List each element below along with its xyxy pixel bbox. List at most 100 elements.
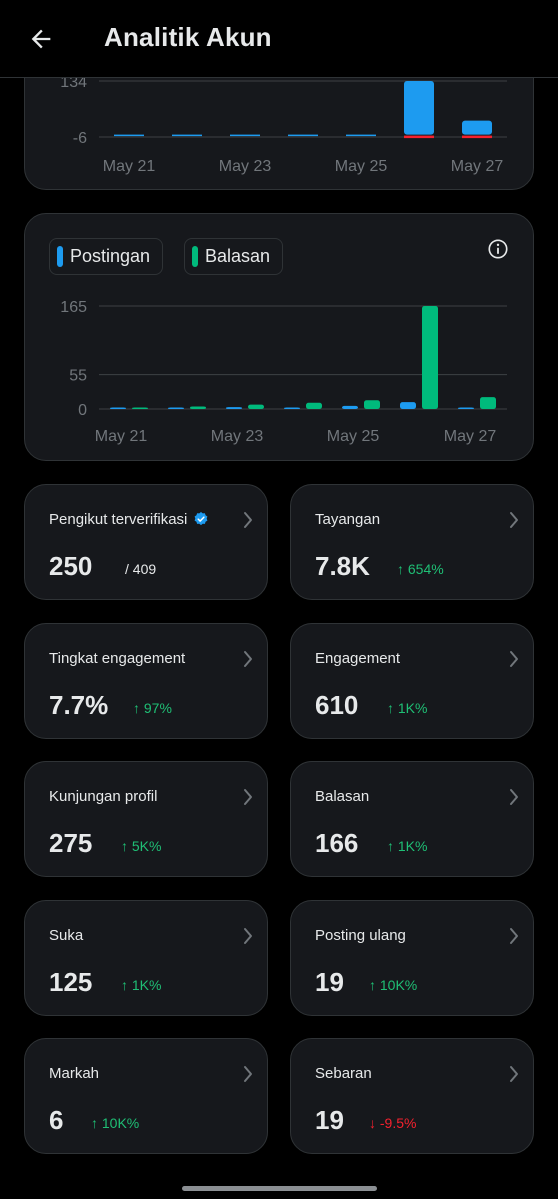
bar-postingan (226, 407, 242, 409)
arrow-left-icon (31, 29, 51, 49)
chevron-right-icon (510, 928, 518, 944)
x-tick-label: May 27 (451, 158, 504, 175)
stat-change-value: 1K% (397, 700, 428, 716)
stat-label: Pengikut terverifikasi (49, 511, 209, 528)
chevron-right-icon (510, 789, 518, 805)
x-tick-label: May 25 (327, 428, 380, 445)
bar-balasan (364, 400, 380, 409)
stat-label: Engagement (315, 650, 401, 667)
stat-change: ↑ 97% (133, 700, 172, 716)
stat-change: ↑ 10K% (369, 977, 417, 993)
stat-card-markah[interactable]: Markah 6 ↑ 10K% (24, 1038, 268, 1154)
arrow-up-icon: ↑ (133, 700, 144, 716)
bar (114, 134, 144, 137)
chevron-right-icon (244, 1066, 252, 1082)
stat-card-tingkat-engagement[interactable]: Tingkat engagement 7.7% ↑ 97% (24, 623, 268, 739)
page-title: Analitik Akun (104, 22, 272, 52)
stat-value: 7.8K (315, 551, 370, 581)
stat-change-value: 5K% (131, 838, 162, 854)
stat-card-engagement[interactable]: Engagement 610 ↑ 1K% (290, 623, 534, 739)
chevron-right-icon (244, 789, 252, 805)
chevron-right-icon (510, 1066, 518, 1082)
stat-card-balasan[interactable]: Balasan 166 ↑ 1K% (290, 761, 534, 877)
stat-label: Markah (49, 1065, 100, 1082)
stat-change: ↑ 10K% (91, 1115, 139, 1131)
stat-change-value: -9.5% (379, 1115, 417, 1131)
verified-badge-icon (195, 512, 208, 526)
main-chart: 165 55 0 May 21 May 23 May 25 May 27 (60, 299, 507, 445)
x-tick-label: May 23 (219, 158, 272, 175)
stat-card-pengikut-terverifikasi[interactable]: Pengikut terverifikasi 250 / 409 (24, 484, 268, 600)
stat-change: ↑ 5K% (121, 838, 161, 854)
stat-change-value: 654% (407, 561, 444, 577)
bar-balasan (306, 402, 322, 409)
y-tick-label: -6 (73, 130, 87, 147)
y-tick-label: 165 (60, 299, 87, 316)
stat-change: ↑ 1K% (387, 700, 427, 716)
stat-card-suka[interactable]: Suka 125 ↑ 1K% (24, 900, 268, 1016)
arrow-up-icon: ↑ (387, 838, 398, 854)
stat-change-value: 10K% (101, 1115, 140, 1131)
app-header: Analitik Akun (0, 0, 558, 78)
x-tick-label: May 23 (211, 428, 264, 445)
bar-balasan (248, 404, 264, 409)
arrow-up-icon: ↑ (91, 1115, 102, 1131)
stat-change: ↑ 1K% (121, 977, 161, 993)
stat-label: Balasan (315, 788, 370, 805)
stat-value: 7.7% (49, 690, 109, 720)
y-tick-label: 55 (69, 368, 87, 385)
bar-postingan (342, 405, 358, 409)
stat-label: Sebaran (315, 1065, 372, 1082)
bar-negative (404, 135, 434, 139)
stat-change-value: 97% (143, 700, 172, 716)
stat-label: Tingkat engagement (49, 650, 186, 667)
bar (404, 81, 434, 135)
bar (230, 134, 260, 137)
y-tick-label: 0 (78, 402, 87, 419)
arrow-down-icon: ↓ (369, 1115, 380, 1131)
stat-card-sebaran[interactable]: Sebaran 19 ↓ -9.5% (290, 1038, 534, 1154)
stat-change: ↑ 1K% (387, 838, 427, 854)
bar-balasan (422, 306, 438, 409)
chevron-right-icon (244, 512, 252, 528)
stat-value: 250 (49, 551, 93, 581)
arrow-up-icon: ↑ (369, 977, 380, 993)
stat-subtotal: / 409 (125, 561, 157, 577)
stat-value: 166 (315, 828, 359, 858)
home-indicator[interactable] (182, 1186, 377, 1191)
stat-label: Suka (49, 927, 84, 944)
stat-card-tayangan[interactable]: Tayangan 7.8K ↑ 654% (290, 484, 534, 600)
x-tick-label: May 27 (444, 428, 497, 445)
chevron-right-icon (244, 928, 252, 944)
stat-label: Kunjungan profil (49, 788, 158, 805)
arrow-up-icon: ↑ (121, 977, 132, 993)
chevron-right-icon (244, 651, 252, 667)
arrow-up-icon: ↑ (397, 561, 408, 577)
bar-postingan (400, 402, 416, 409)
bar-postingan (458, 407, 474, 409)
bar (288, 134, 318, 137)
x-tick-label: May 21 (95, 428, 148, 445)
stat-value: 125 (49, 967, 93, 997)
stat-card-posting-ulang[interactable]: Posting ulang 19 ↑ 10K% (290, 900, 534, 1016)
stat-value: 19 (315, 967, 344, 997)
back-button[interactable] (24, 22, 58, 56)
chevron-right-icon (510, 512, 518, 528)
bar (172, 134, 202, 137)
stat-value: 610 (315, 690, 359, 720)
bar-balasan (132, 407, 148, 409)
stat-change: ↑ 654% (397, 561, 444, 577)
arrow-up-icon: ↑ (121, 838, 132, 854)
stat-change-value: 1K% (397, 838, 428, 854)
stat-value: 6 (49, 1105, 64, 1135)
stat-label: Tayangan (315, 511, 381, 528)
stat-card-kunjungan-profil[interactable]: Kunjungan profil 275 ↑ 5K% (24, 761, 268, 877)
bar-balasan (480, 397, 496, 409)
bar-postingan (168, 407, 184, 409)
stat-change-value: 1K% (131, 977, 162, 993)
bar (346, 134, 376, 137)
chevron-right-icon (510, 651, 518, 667)
stat-value: 275 (49, 828, 93, 858)
x-tick-label: May 21 (103, 158, 156, 175)
bar-balasan (190, 406, 206, 409)
